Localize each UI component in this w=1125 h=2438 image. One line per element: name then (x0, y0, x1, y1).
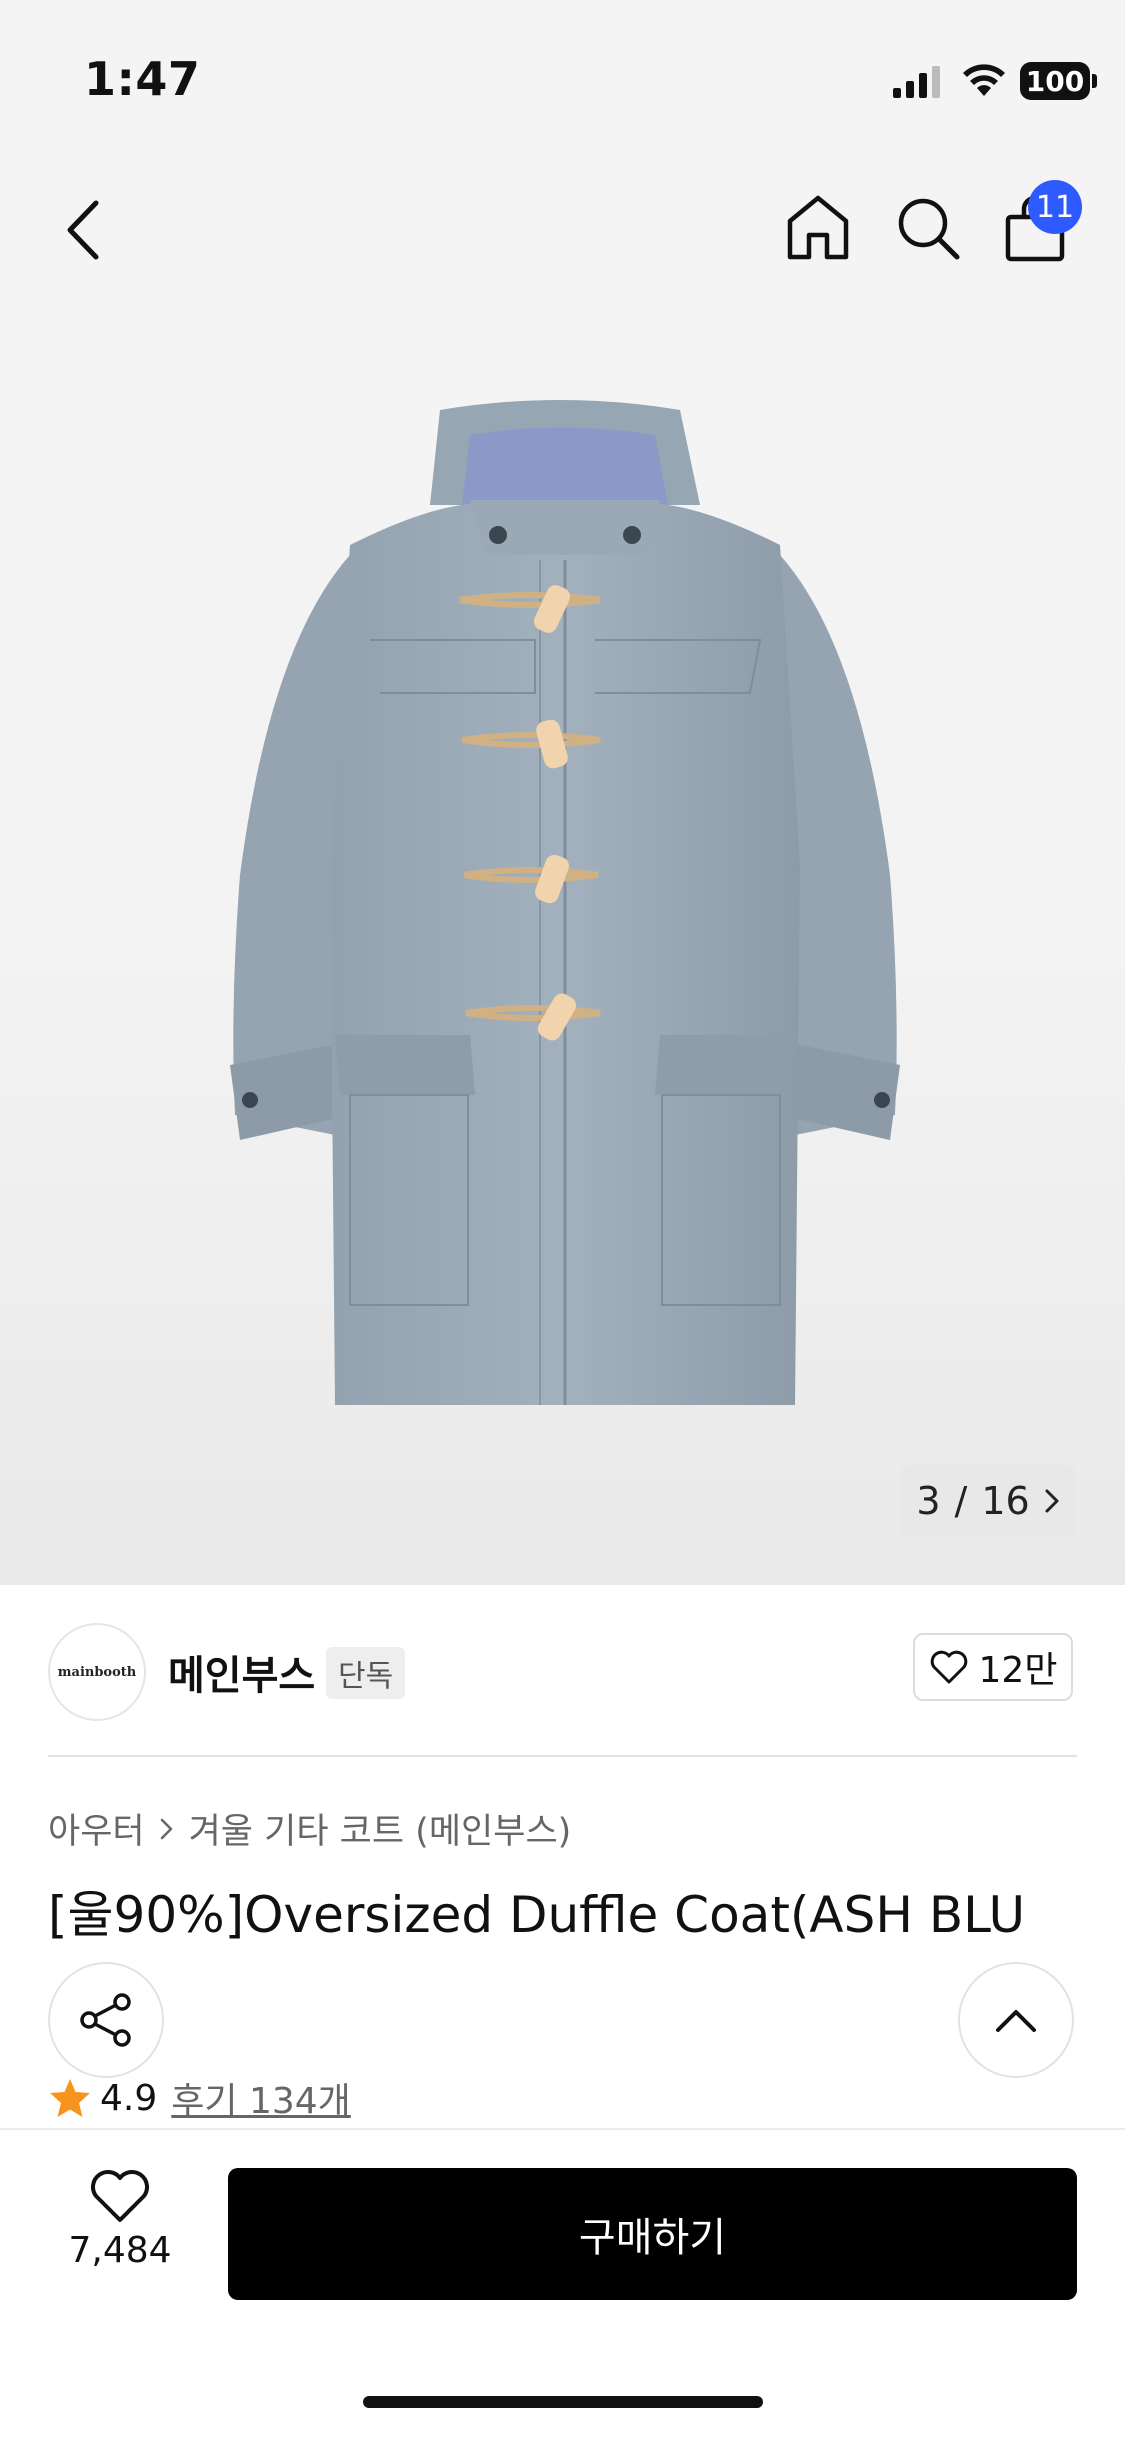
product-photo[interactable] (200, 395, 930, 1425)
chevron-up-icon (996, 2010, 1036, 2032)
chevron-right-icon (160, 1818, 172, 1839)
wifi-icon (963, 64, 1005, 96)
home-indicator (363, 2396, 763, 2408)
battery-tip (1092, 74, 1097, 88)
brand-logo[interactable]: mainbooth (48, 1623, 146, 1721)
brand-row: mainbooth 메인부스 단독 12만 (0, 1585, 1125, 1755)
gallery-total-pages: 16 (981, 1479, 1030, 1523)
rating-value: 4.9 (100, 2077, 158, 2119)
product-title: [울90%]Oversized Duffle Coat(ASH BLU (48, 1886, 1026, 1944)
chevron-right-icon (1045, 1489, 1059, 1513)
wishlist-count: 7,484 (68, 2230, 172, 2271)
review-count-link[interactable]: 후기 134개 (171, 2072, 351, 2124)
status-time: 1:47 (84, 52, 201, 106)
battery-icon: 100 (1020, 62, 1090, 100)
share-icon (80, 1993, 131, 2047)
status-bar: 1:47 100 (0, 0, 1125, 150)
exclusive-tag: 단독 (326, 1647, 406, 1699)
brand-like-count: 12만 (978, 1650, 1058, 1691)
breadcrumb: 아우터 겨울 기타 코트 (메인부스) (48, 1803, 571, 1854)
heart-icon (930, 1650, 967, 1684)
home-icon[interactable] (785, 193, 851, 263)
gallery-current-page: 3 (916, 1479, 941, 1523)
scroll-top-button[interactable] (958, 1962, 1074, 2078)
brand-like-button[interactable]: 12만 (913, 1633, 1073, 1701)
buy-button[interactable]: 구매하기 (228, 2168, 1077, 2300)
rating-row: 4.9 후기 134개 (48, 2072, 351, 2124)
back-icon[interactable] (60, 195, 110, 265)
heart-icon (91, 2170, 149, 2222)
breadcrumb-level1[interactable]: 아우터 (48, 1803, 145, 1854)
star-icon (50, 2079, 90, 2117)
product-image-gallery[interactable]: 1:47 100 11 3 / 16 (0, 0, 1125, 1585)
brand-name[interactable]: 메인부스 (168, 1643, 315, 1701)
bottom-action-bar: 7,484 구매하기 (0, 2128, 1125, 2438)
divider (48, 1755, 1077, 1757)
wishlist-button[interactable]: 7,484 (48, 2168, 192, 2318)
cart-count-badge: 11 (1028, 180, 1082, 234)
brand-logo-text: mainbooth (57, 1664, 137, 1680)
gallery-separator: / (954, 1479, 968, 1523)
cellular-signal-icon (893, 66, 940, 98)
search-icon[interactable] (893, 193, 963, 263)
share-button[interactable] (48, 1962, 164, 2078)
gallery-page-indicator[interactable]: 3 / 16 (900, 1465, 1076, 1537)
breadcrumb-level2[interactable]: 겨울 기타 코트 (메인부스) (189, 1803, 572, 1854)
battery-level: 100 (1025, 64, 1085, 98)
